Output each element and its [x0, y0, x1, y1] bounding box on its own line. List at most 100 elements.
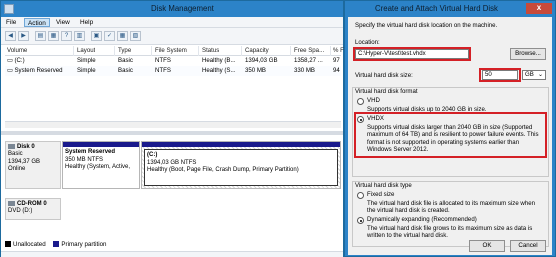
cdrom-type: DVD (D:) — [8, 208, 33, 215]
menu-action[interactable]: Action — [24, 18, 50, 27]
menu-view[interactable]: View — [53, 18, 73, 27]
back-icon[interactable]: ◀ — [5, 31, 16, 41]
disk-type: Basic — [8, 151, 23, 158]
forward-icon[interactable]: ▶ — [18, 31, 29, 41]
partition-system-reserved[interactable]: System Reserved 350 MB NTFS Healthy (Sys… — [62, 141, 140, 189]
pane-splitter[interactable] — [1, 131, 343, 135]
row-status: Healthy (S... — [202, 67, 236, 74]
dynamic-radio[interactable] — [357, 217, 364, 224]
horizontal-scrollbar[interactable] — [5, 121, 341, 128]
format-group-label: Virtual hard disk format — [355, 88, 418, 96]
fixed-size-label[interactable]: Fixed size — [367, 191, 394, 198]
col-type[interactable]: Type — [118, 47, 131, 54]
dialog-title-bar: Create and Attach Virtual Hard Disk x — [345, 1, 555, 17]
toolbar: ◀ ▶ ▤ ▦ ? ▥ ▣ ✓ ▦ ▧ — [1, 28, 343, 45]
dialog-body: Specify the virtual hard disk location o… — [348, 17, 552, 255]
col-file-system[interactable]: File System — [155, 47, 187, 54]
table-row[interactable]: ▭ (C:) Simple Basic NTFS Healthy (B... 1… — [5, 56, 341, 66]
type-group-label: Virtual hard disk type — [355, 182, 412, 190]
dynamic-label[interactable]: Dynamically expanding (Recommended) — [367, 216, 477, 223]
vhd-radio[interactable] — [357, 98, 364, 105]
partition-status: Healthy (System, Active, — [65, 164, 131, 171]
row-status: Healthy (B... — [202, 57, 236, 64]
col-capacity[interactable]: Capacity — [245, 47, 269, 54]
row-capacity: 1394,03 GB — [245, 57, 278, 64]
disk-name: Disk 0 — [17, 144, 35, 151]
dialog-title: Create and Attach Virtual Hard Disk — [375, 4, 498, 13]
browse-button[interactable]: Browse... — [510, 48, 546, 60]
location-highlight — [353, 47, 471, 61]
disk-icon — [8, 144, 15, 149]
status-bar — [1, 251, 343, 257]
size-unit-select[interactable]: GB ⌄ — [522, 70, 546, 80]
vhdx-description: Supports virtual disks larger than 2040 … — [367, 124, 539, 154]
row-capacity: 350 MB — [245, 67, 267, 74]
partition-name: System Reserved — [65, 149, 116, 155]
fixed-size-radio[interactable] — [357, 192, 364, 199]
col-layout[interactable]: Layout — [77, 47, 95, 54]
vhd-label[interactable]: VHD — [367, 97, 380, 104]
connect-icon[interactable]: ▣ — [91, 31, 102, 41]
refresh-icon[interactable]: ▦ — [117, 31, 128, 41]
row-free-space: 330 MB — [294, 67, 316, 74]
partition-status: Healthy (Boot, Page File, Crash Dump, Pr… — [147, 167, 299, 174]
legend-unallocated: Unallocated — [13, 241, 46, 248]
col-percent-free[interactable]: % F — [333, 47, 344, 54]
row-layout: Simple — [77, 67, 96, 74]
console-tree-icon[interactable]: ▤ — [35, 31, 46, 41]
partition-name: (C:) — [147, 152, 158, 158]
table-row[interactable]: ▭ System Reserved Simple Basic NTFS Heal… — [5, 66, 341, 76]
disk-0-info[interactable]: Disk 0 Basic 1394,37 GB Online — [5, 141, 61, 189]
row-volume: ▭ System Reserved — [7, 67, 63, 74]
window-title: Disk Management — [151, 4, 214, 13]
row-type: Basic — [118, 57, 133, 64]
vhdx-radio[interactable] — [357, 116, 364, 123]
properties-icon[interactable]: ▦ — [48, 31, 59, 41]
location-label: Location: — [355, 39, 380, 46]
legend: Unallocated Primary partition — [5, 241, 106, 249]
chevron-down-icon: ⌄ — [537, 72, 543, 78]
help-icon[interactable]: ? — [61, 31, 72, 41]
disk-status: Online — [8, 165, 26, 172]
row-free-space: 1358,27 ... — [294, 57, 323, 64]
cancel-button[interactable]: Cancel — [510, 240, 546, 252]
row-percent-free: 97 — [333, 57, 340, 64]
dialog-intro: Specify the virtual hard disk location o… — [355, 22, 498, 29]
size-highlight — [479, 68, 521, 82]
menu-file[interactable]: File — [3, 18, 19, 27]
vhdx-label[interactable]: VHDX — [367, 115, 384, 122]
row-type: Basic — [118, 67, 133, 74]
view-icon[interactable]: ▧ — [130, 31, 141, 41]
col-free-space[interactable]: Free Spa... — [294, 47, 324, 54]
row-percent-free: 94 — [333, 67, 340, 74]
unallocated-swatch — [5, 241, 11, 248]
size-unit-value: GB — [525, 71, 534, 78]
row-file-system: NTFS — [155, 67, 171, 74]
partition-bar — [142, 142, 340, 147]
row-file-system: NTFS — [155, 57, 171, 64]
title-bar: Disk Management — [1, 1, 343, 17]
app-icon — [4, 4, 14, 14]
cdrom-0-info[interactable]: CD-ROM 0 DVD (D:) — [5, 198, 61, 220]
create-vhd-dialog: Create and Attach Virtual Hard Disk x Sp… — [344, 0, 556, 257]
disk-management-window: Disk Management File Action View Help ◀ … — [0, 0, 344, 257]
list-icon[interactable]: ▥ — [74, 31, 85, 41]
disk-size: 1394,37 GB — [8, 158, 41, 165]
close-icon[interactable]: x — [526, 3, 552, 14]
dynamic-description: The virtual hard disk file grows to its … — [367, 225, 533, 240]
table-header: Volume Layout Type File System Status Ca… — [5, 46, 344, 56]
col-status[interactable]: Status — [202, 47, 219, 54]
row-layout: Simple — [77, 57, 96, 64]
ok-button[interactable]: OK — [469, 240, 505, 252]
partition-size: 1394,03 GB NTFS — [147, 159, 197, 166]
col-volume[interactable]: Volume — [7, 47, 27, 54]
cdrom-name: CD-ROM 0 — [17, 201, 47, 208]
cdrom-icon — [8, 201, 15, 206]
row-volume: ▭ (C:) — [7, 57, 25, 64]
size-label: Virtual hard disk size: — [355, 72, 413, 79]
settings-icon[interactable]: ✓ — [104, 31, 115, 41]
volume-table: Volume Layout Type File System Status Ca… — [5, 46, 344, 76]
menu-bar: File Action View Help — [1, 17, 343, 28]
partition-c-drive[interactable]: (C:) 1394,03 GB NTFS Healthy (Boot, Page… — [141, 141, 341, 189]
menu-help[interactable]: Help — [77, 18, 96, 27]
